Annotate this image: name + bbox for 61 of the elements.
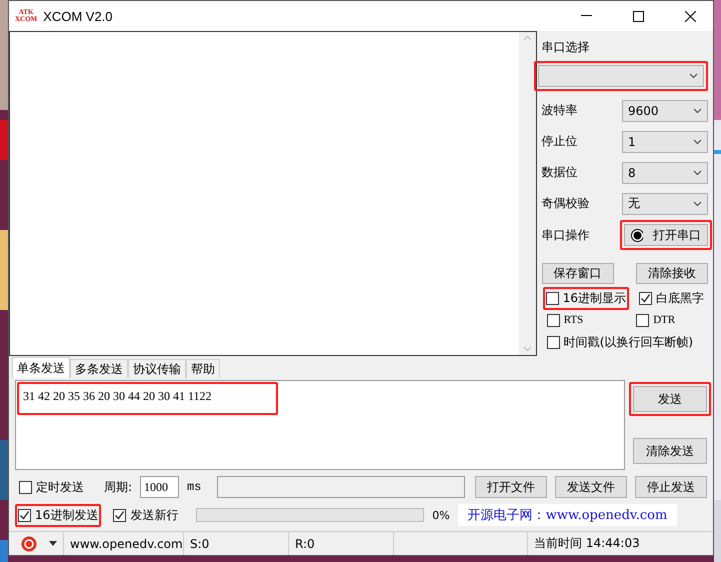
power-icon xyxy=(21,536,37,552)
minimize-icon xyxy=(580,15,592,17)
tab[interactable]: 帮助 xyxy=(186,359,220,378)
status-sent: S:0 xyxy=(184,532,289,555)
website-banner: 开源电子网：www.openedv.com xyxy=(458,504,678,526)
setting-label: 奇偶校验 xyxy=(542,195,590,212)
close-icon xyxy=(684,10,696,22)
send-button[interactable]: 发送 xyxy=(633,386,707,412)
window-title: XCOM V2.0 xyxy=(43,8,114,24)
setting-label: 波特率 xyxy=(542,102,578,119)
unit-label: ms xyxy=(186,480,202,494)
check-icon xyxy=(19,510,30,520)
checkbox[interactable]: DTR xyxy=(636,314,676,326)
setting-dropdown[interactable]: 1 xyxy=(622,130,708,152)
receive-button[interactable]: 保存窗口 xyxy=(542,262,614,284)
send-button[interactable]: 清除发送 xyxy=(633,438,707,464)
send-text: 31 42 20 35 36 20 30 44 20 30 41 1122 xyxy=(22,388,213,405)
checkbox[interactable]: RTS xyxy=(546,314,584,326)
scroll-up-icon[interactable] xyxy=(522,35,532,41)
port-select-label: 串口选择 xyxy=(542,38,590,56)
open-port-button[interactable]: 打开串口 xyxy=(624,224,708,246)
tab[interactable]: 多条发送 xyxy=(70,359,128,378)
status-received: R:0 xyxy=(289,532,394,555)
setting-label: 数据位 xyxy=(542,164,578,181)
check-icon xyxy=(114,510,126,520)
check-icon xyxy=(640,292,651,304)
status-url: www.openedv.com xyxy=(64,532,184,555)
period-label: 周期: xyxy=(104,478,132,496)
receive-area[interactable] xyxy=(9,31,537,356)
setting-dropdown[interactable]: 8 xyxy=(622,162,708,184)
chevron-down-icon xyxy=(693,108,702,114)
chevron-down-icon xyxy=(693,170,702,176)
file-button[interactable]: 停止发送 xyxy=(635,476,707,498)
tab[interactable]: 协议传输 xyxy=(128,359,186,378)
caret-icon xyxy=(49,541,57,546)
send-field[interactable]: 31 42 20 35 36 20 30 44 20 30 41 1122 xyxy=(15,380,625,470)
setting-dropdown[interactable]: 无 xyxy=(622,192,708,214)
checkbox[interactable]: 白底黑字 xyxy=(639,290,704,306)
setting-dropdown[interactable]: 9600 xyxy=(622,100,708,122)
checkbox[interactable]: 定时发送 xyxy=(19,478,84,496)
chevron-down-icon xyxy=(689,73,698,79)
receive-button[interactable]: 清除接收 xyxy=(636,262,708,284)
status-time: 当前时间 14:44:03 xyxy=(533,535,641,552)
scroll-down-icon[interactable] xyxy=(522,346,532,352)
file-path-field[interactable] xyxy=(217,476,466,498)
scrollbar[interactable] xyxy=(518,32,536,355)
progress-reading: 0% xyxy=(432,508,450,522)
port-operation-label: 串口操作 xyxy=(542,226,590,244)
tab[interactable]: 单条发送 xyxy=(12,357,70,378)
setting-label: 停止位 xyxy=(542,133,578,150)
record-icon xyxy=(631,228,643,242)
checkbox[interactable]: 16进制显示 xyxy=(546,290,626,306)
checkbox[interactable]: 16进制发送 xyxy=(18,506,98,524)
chevron-down-icon xyxy=(693,138,702,144)
checkbox[interactable]: 发送新行 xyxy=(113,506,178,524)
file-button[interactable]: 发送文件 xyxy=(555,476,628,498)
checkbox[interactable]: 时间戳(以换行回车断帧) xyxy=(546,334,694,350)
file-button[interactable]: 打开文件 xyxy=(475,476,548,498)
maximize-icon xyxy=(632,10,644,22)
chevron-down-icon xyxy=(693,200,702,206)
period-field[interactable]: 1000 xyxy=(140,476,179,498)
